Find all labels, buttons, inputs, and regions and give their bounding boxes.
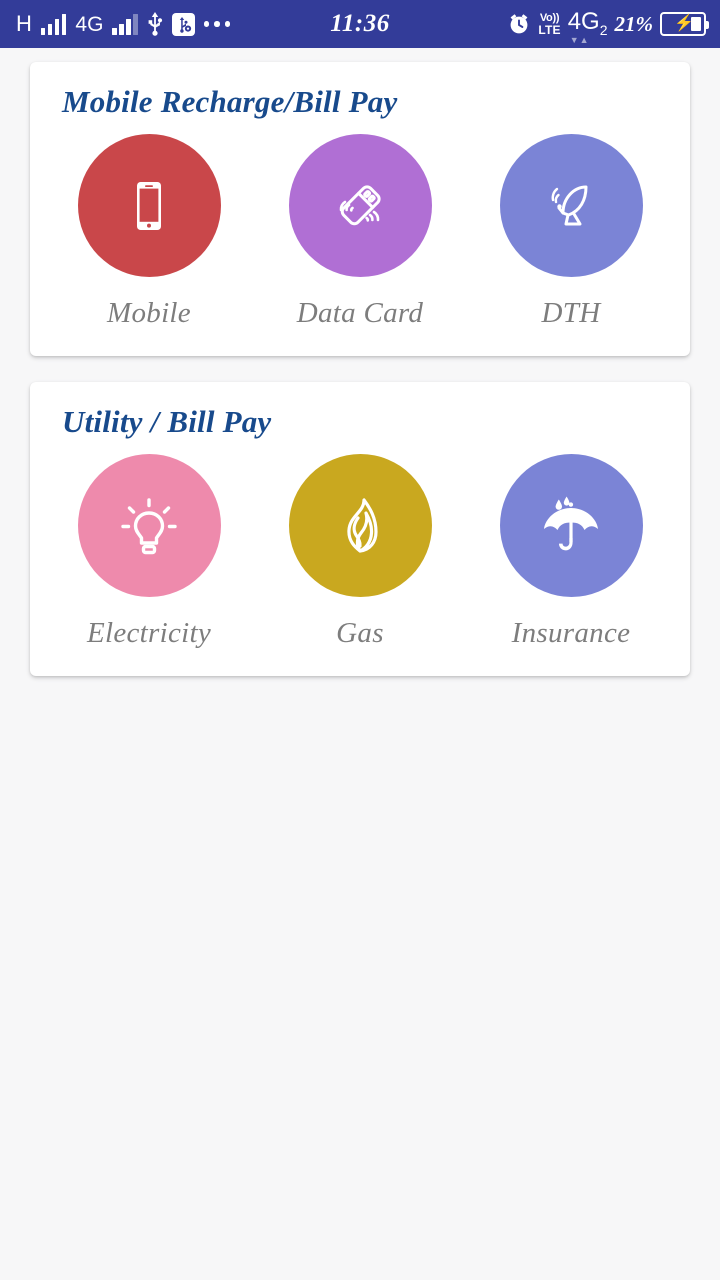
status-bar-right-group: Vo)) LTE 4G2 ▼▲ 21% ⚡ (507, 0, 709, 48)
tile-row-mobile-recharge: Mobile Data Card DTH (46, 134, 674, 330)
satellite-dish-icon (532, 167, 610, 245)
tile-electricity[interactable]: Electricity (54, 454, 244, 650)
tile-dth[interactable]: DTH (476, 134, 666, 330)
alarm-clock-icon (507, 12, 531, 36)
tile-label-electricity: Electricity (86, 617, 212, 649)
tile-circle-electricity[interactable] (77, 454, 221, 597)
card-mobile-recharge: Mobile Recharge/Bill Pay Mobile Data Car… (30, 62, 690, 356)
tile-gas[interactable]: Gas (265, 454, 455, 650)
flame-icon (322, 488, 398, 564)
status-bar: H 4G 11:36 Vo)) LTE 4G2 ▼▲ 21% ⚡ (0, 0, 720, 48)
sim-index-label: 2 (599, 21, 608, 38)
card-utility-bill-pay: Utility / Bill Pay Electricity Gas Insur… (30, 382, 690, 676)
tile-label-data-card: Data Card (296, 297, 424, 329)
umbrella-icon (531, 486, 611, 566)
tile-circle-insurance[interactable] (499, 454, 643, 597)
battery-fill (691, 17, 701, 31)
tile-circle-gas[interactable] (288, 454, 432, 597)
smartphone-icon (113, 170, 185, 242)
battery-percent-label: 21% (614, 11, 654, 36)
tile-insurance[interactable]: Insurance (476, 454, 666, 650)
tile-label-mobile: Mobile (107, 297, 191, 329)
data-transfer-arrows-icon: ▼▲ (569, 35, 590, 46)
tile-label-dth: DTH (541, 297, 601, 329)
light-bulb-icon (110, 487, 188, 565)
volte-bottom-label: LTE (538, 22, 561, 37)
page-content: Mobile Recharge/Bill Pay Mobile Data Car… (0, 48, 720, 676)
tile-circle-dth[interactable] (499, 134, 643, 277)
volte-top-label: Vo)) (539, 11, 560, 24)
tile-mobile[interactable]: Mobile (54, 134, 244, 330)
sim-network-label: 4G (567, 7, 600, 35)
volte-icon: Vo)) LTE (538, 11, 561, 37)
tile-label-insurance: Insurance (511, 617, 631, 649)
usb-dongle-icon (320, 166, 400, 246)
sim-network-indicator: 4G2 ▼▲ (567, 7, 608, 45)
tile-label-gas: Gas (336, 617, 384, 649)
card-title-utility-bill-pay: Utility / Bill Pay (62, 404, 272, 439)
tile-data-card[interactable]: Data Card (265, 134, 455, 330)
card-title-mobile-recharge: Mobile Recharge/Bill Pay (62, 84, 398, 119)
tile-row-utility: Electricity Gas Insurance (46, 454, 674, 650)
tile-circle-data-card[interactable] (288, 134, 432, 277)
tile-circle-mobile[interactable] (77, 134, 221, 277)
battery-icon: ⚡ (660, 12, 709, 36)
